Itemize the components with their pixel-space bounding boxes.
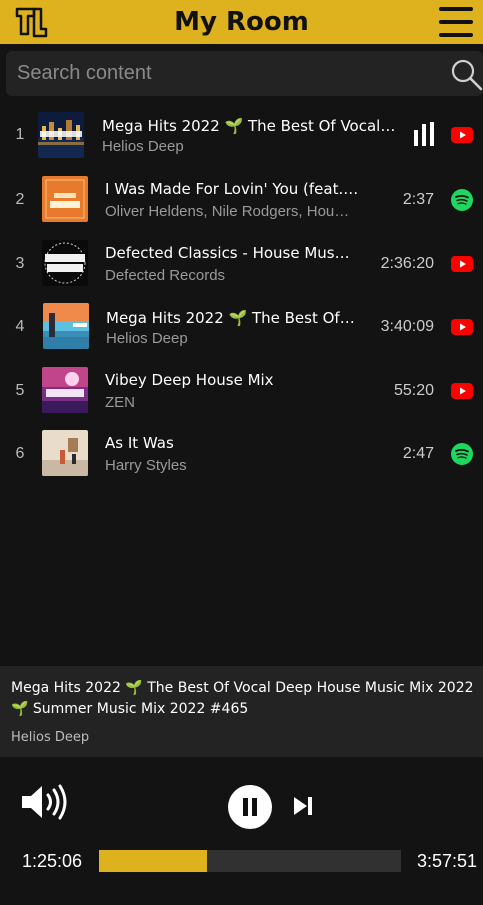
track-row[interactable]: 6 As It Was Harry Styles 2:47 <box>0 424 483 484</box>
track-artist: Helios Deep <box>102 138 184 155</box>
track-row[interactable]: 1 Mega Hits 2022 🌱 The Best Of Vocal Dee… <box>0 105 483 165</box>
search-icon[interactable] <box>449 57 483 91</box>
spotify-icon <box>451 189 473 211</box>
pause-button[interactable] <box>228 785 272 829</box>
hamburger-menu-icon[interactable] <box>439 5 473 39</box>
album-art <box>43 303 89 349</box>
track-duration: 2:37 <box>402 191 434 208</box>
album-art <box>38 112 84 158</box>
track-duration: 2:36:20 <box>380 255 434 272</box>
track-title: Vibey Deep House Mix <box>105 371 274 389</box>
track-row[interactable]: 3 Defected Classics - House Music Mix De… <box>0 234 483 294</box>
album-art <box>42 176 88 222</box>
total-time: 3:57:51 <box>416 851 477 871</box>
youtube-icon <box>451 256 473 272</box>
now-playing-info[interactable]: Mega Hits 2022 🌱 The Best Of Vocal Deep … <box>0 666 483 757</box>
track-number: 2 <box>15 191 25 208</box>
track-number: 6 <box>15 445 25 462</box>
skip-next-icon[interactable] <box>292 795 314 817</box>
search-bar <box>6 51 483 96</box>
track-title: As It Was <box>105 434 174 452</box>
track-title: Mega Hits 2022 🌱 The Best Of Vocal Deep … <box>106 309 356 327</box>
track-artist: Defected Records <box>105 267 226 284</box>
track-duration: 2:47 <box>402 445 434 462</box>
track-number: 5 <box>15 382 25 399</box>
track-artist: ZEN <box>105 394 135 411</box>
track-artist: Helios Deep <box>106 330 188 347</box>
search-input[interactable] <box>6 51 426 96</box>
youtube-icon <box>451 127 473 143</box>
app-header: My Room <box>0 0 483 44</box>
track-duration: 55:20 <box>393 382 434 399</box>
player-controls: 1:25:06 3:57:51 <box>0 763 483 905</box>
youtube-icon <box>451 319 473 335</box>
track-row[interactable]: 5 Vibey Deep House Mix ZEN 55:20 <box>0 361 483 421</box>
progress-bar[interactable] <box>99 850 401 872</box>
now-playing-artist: Helios Deep <box>11 730 90 745</box>
track-title: Defected Classics - House Music Mix <box>105 244 350 262</box>
youtube-icon <box>451 383 473 399</box>
track-duration: 3:40:09 <box>380 318 434 335</box>
page-title: My Room <box>174 7 309 37</box>
pause-icon <box>243 798 248 816</box>
track-number: 1 <box>15 126 25 143</box>
now-playing-title: Mega Hits 2022 🌱 The Best Of Vocal Deep … <box>11 680 474 717</box>
track-row[interactable]: 2 I Was Made For Lovin' You (feat. Nile … <box>0 170 483 230</box>
album-art <box>42 430 88 476</box>
album-art <box>42 240 88 286</box>
album-art <box>42 367 88 413</box>
track-artist: Oliver Heldens, Nile Rodgers, House Gosp… <box>105 203 355 220</box>
track-number: 4 <box>15 318 25 335</box>
track-artist: Harry Styles <box>105 457 187 474</box>
now-playing-equalizer-icon <box>414 122 436 146</box>
track-title: Mega Hits 2022 🌱 The Best Of Vocal Deep … <box>102 117 400 135</box>
current-time: 1:25:06 <box>22 851 83 871</box>
track-number: 3 <box>15 255 25 272</box>
volume-icon[interactable] <box>20 783 68 821</box>
track-row[interactable]: 4 Mega Hits 2022 🌱 The Best Of Vocal Dee… <box>0 297 483 357</box>
spotify-icon <box>451 443 473 465</box>
progress-fill <box>99 850 207 872</box>
track-title: I Was Made For Lovin' You (feat. Nile Ro… <box>105 180 360 198</box>
